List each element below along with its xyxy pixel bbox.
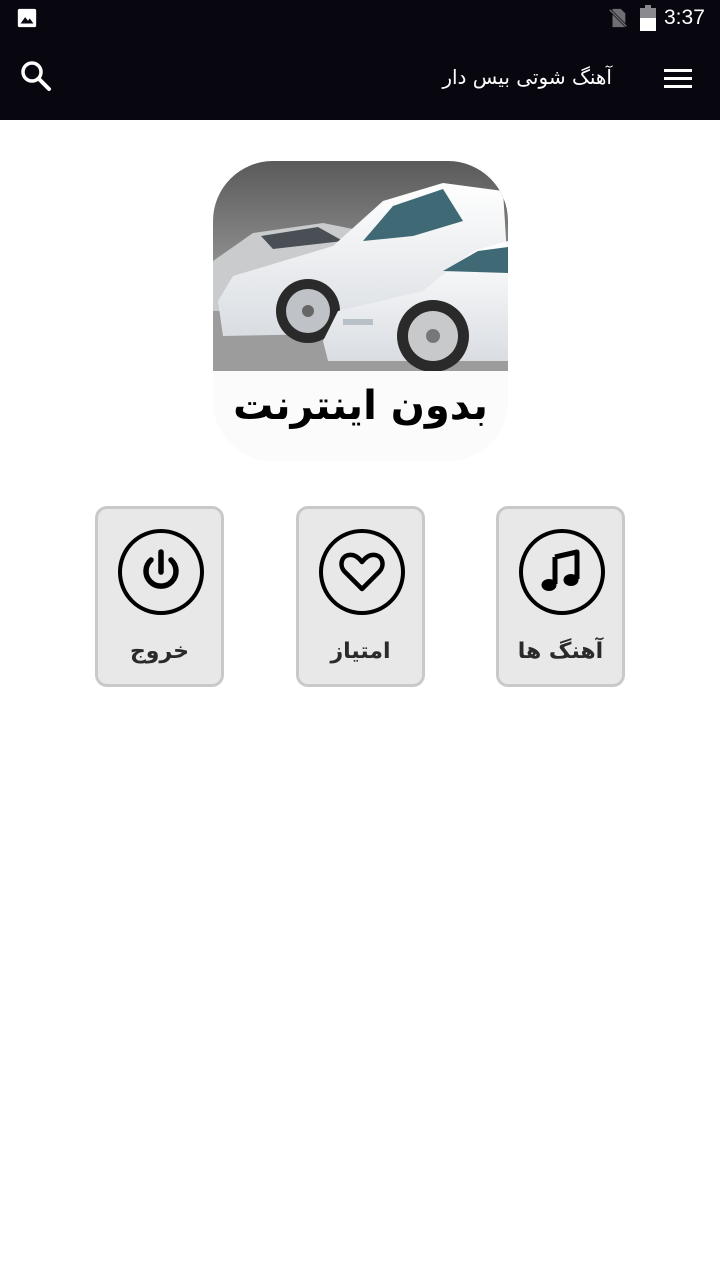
exit-icon-circle bbox=[118, 529, 204, 615]
logo-caption-area: بدون اینترنت bbox=[213, 371, 508, 461]
songs-icon-circle bbox=[519, 529, 605, 615]
heart-icon bbox=[339, 552, 385, 592]
search-icon[interactable] bbox=[18, 58, 54, 94]
status-time: 3:37 bbox=[664, 6, 705, 29]
logo-caption: بدون اینترنت bbox=[233, 383, 488, 429]
cars-photo bbox=[213, 161, 508, 371]
no-sim-icon bbox=[608, 8, 628, 28]
rate-icon-circle bbox=[319, 529, 405, 615]
songs-label: آهنگ ها bbox=[517, 639, 604, 664]
hamburger-menu-icon[interactable] bbox=[658, 60, 698, 96]
songs-button[interactable]: آهنگ ها bbox=[496, 506, 625, 687]
exit-label: خروج bbox=[129, 639, 190, 664]
toolbar-title: آهنگ شوتی بیس دار bbox=[442, 65, 612, 89]
gallery-icon bbox=[17, 8, 37, 28]
app-toolbar: آهنگ شوتی بیس دار bbox=[0, 38, 720, 120]
exit-button[interactable]: خروج bbox=[95, 506, 224, 687]
status-bar: 3:37 bbox=[0, 0, 720, 38]
battery-icon bbox=[640, 5, 656, 31]
rate-label: امتیاز bbox=[330, 639, 391, 664]
power-icon bbox=[143, 549, 179, 589]
app-logo: بدون اینترنت bbox=[213, 161, 508, 461]
rate-button[interactable]: امتیاز bbox=[296, 506, 425, 687]
music-note-icon bbox=[541, 549, 580, 591]
